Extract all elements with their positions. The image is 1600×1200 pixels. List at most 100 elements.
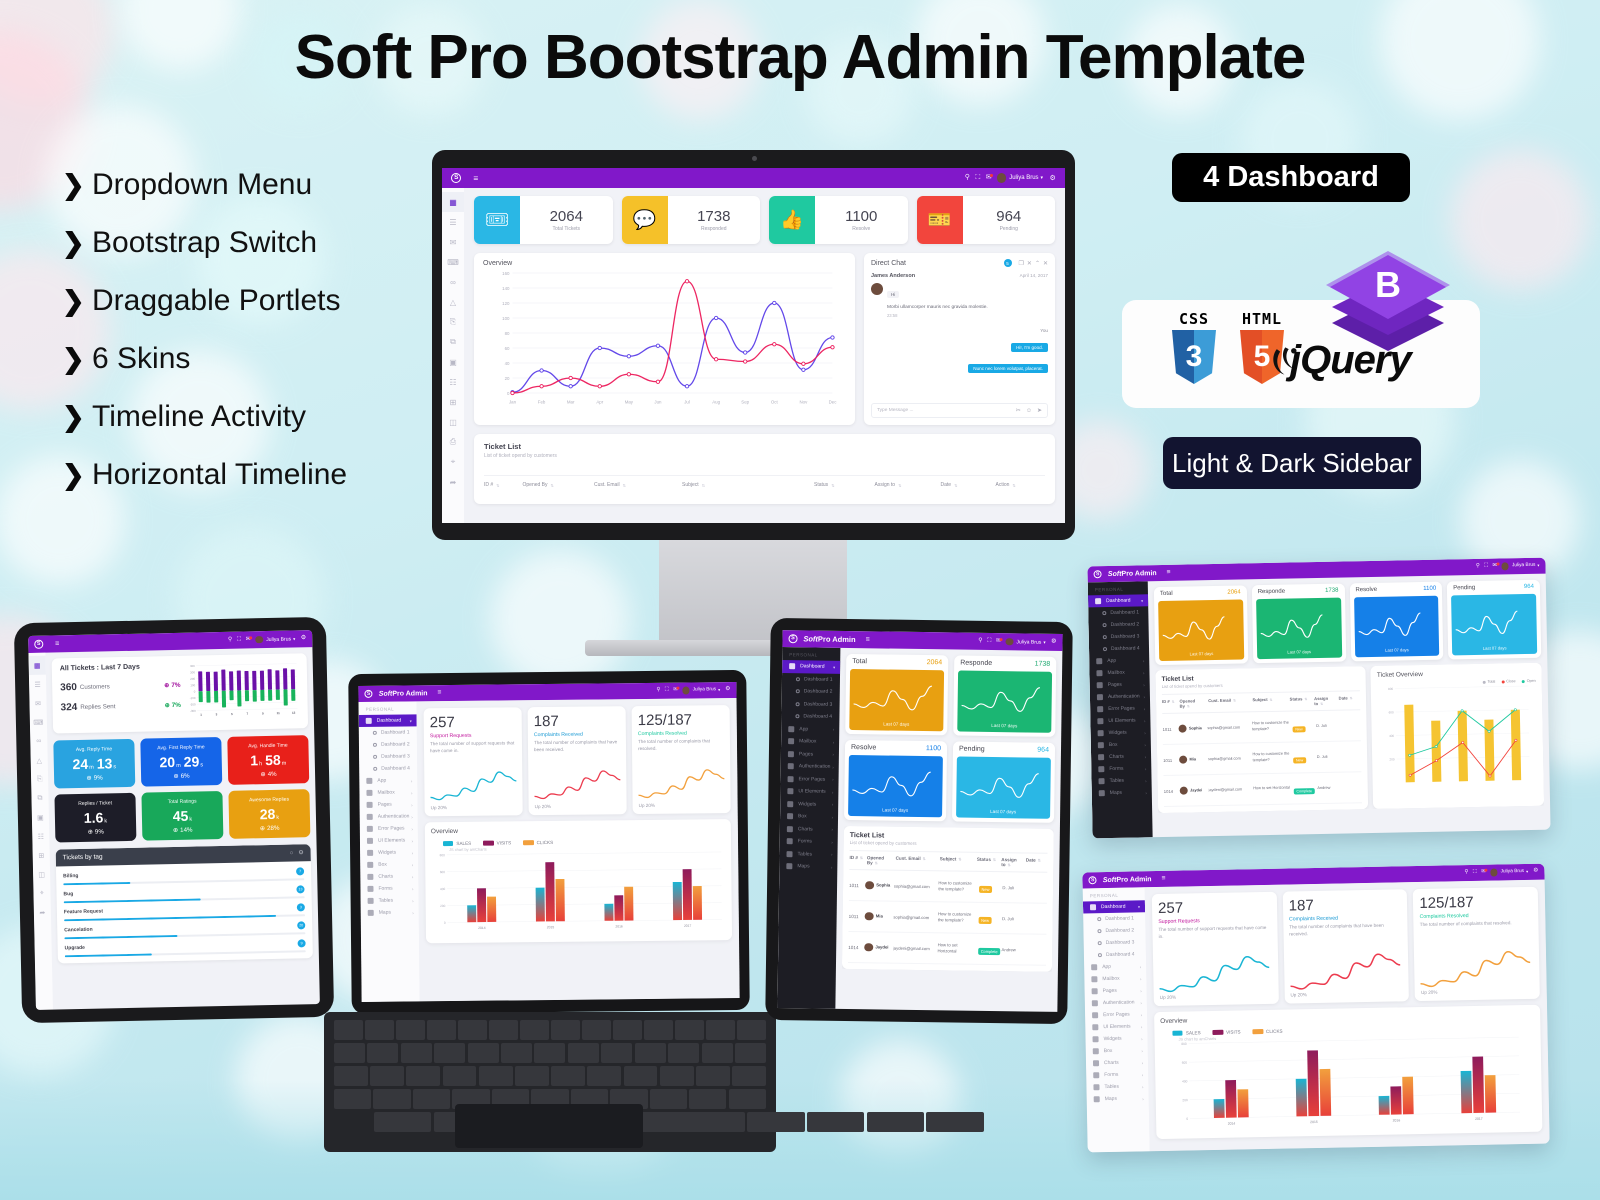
rail-icon-12[interactable]: ⎙ xyxy=(442,432,464,452)
search-icon[interactable]: ⚲ xyxy=(978,637,982,644)
chevron-right-icon[interactable]: › xyxy=(412,838,413,843)
sidebar-item-maps[interactable]: Maps › xyxy=(361,906,419,919)
contacts-icon[interactable]: ❐ xyxy=(1019,260,1024,267)
sort-icon[interactable]: ⇅ xyxy=(875,861,878,865)
sort-icon[interactable]: ⇅ xyxy=(1187,704,1190,708)
attach-icon[interactable]: ✂ xyxy=(1016,407,1021,414)
chevron-right-icon[interactable]: › xyxy=(1144,706,1145,711)
sidebar-item-charts[interactable]: Charts › xyxy=(360,870,418,883)
center-tablet-screen[interactable]: S SoftPro Admin ≡ ⚲ ⛶ ✉ Juliya Brus ▾ ⚙ PERSONAL D… xyxy=(358,682,740,1002)
send-icon[interactable]: ➤ xyxy=(1037,407,1042,414)
rail-icon-9[interactable]: ☷ xyxy=(442,372,464,392)
key[interactable] xyxy=(370,1066,404,1086)
chevron-right-icon[interactable]: › xyxy=(412,874,413,879)
key[interactable] xyxy=(728,1089,766,1109)
light-sidebar-dashboard[interactable]: S SoftPro Admin ≡ ⚲ ⛶ ✉ Juliya Brus ▾ ⚙ PERSONAL D… xyxy=(1082,863,1550,1153)
key[interactable] xyxy=(551,1020,580,1040)
sort-icon[interactable]: ⇅ xyxy=(860,856,863,860)
hamburger-icon[interactable]: ≡ xyxy=(1167,568,1171,576)
sort-icon[interactable]: ⇅ xyxy=(954,483,957,488)
key[interactable] xyxy=(396,1020,425,1040)
hamburger-icon[interactable]: ≡ xyxy=(866,635,870,643)
rail-icon-3[interactable]: ⌨ xyxy=(30,713,47,732)
rail-icon-0[interactable]: ▦ xyxy=(28,655,46,676)
hamburger-icon[interactable]: ≡ xyxy=(437,689,441,697)
rail-icon-6[interactable]: ⎘ xyxy=(442,312,464,332)
sidebar-item-app[interactable]: App › xyxy=(359,774,417,787)
chevron-right-icon[interactable]: › xyxy=(411,802,412,807)
rail-icon-2[interactable]: ✉ xyxy=(29,694,46,713)
key[interactable] xyxy=(747,1112,805,1132)
trackpad[interactable] xyxy=(455,1104,643,1148)
mail-icon[interactable]: ✉ xyxy=(986,173,994,182)
rail-icon-2[interactable]: ✉ xyxy=(442,232,464,252)
rail-icon-12[interactable]: ⌖ xyxy=(33,884,50,903)
chevron-right-icon[interactable]: › xyxy=(1143,658,1144,663)
sort-icon[interactable]: ⇅ xyxy=(1320,702,1323,706)
chevron-down-icon[interactable]: ▾ xyxy=(410,718,412,723)
sort-icon[interactable]: ⇅ xyxy=(1233,699,1236,703)
rail-icon-1[interactable]: ☰ xyxy=(442,212,464,232)
key[interactable] xyxy=(478,1066,513,1086)
mail-icon[interactable]: ✉ xyxy=(1492,562,1500,570)
key[interactable] xyxy=(734,1043,766,1063)
collapse-icon[interactable]: ⌃ xyxy=(1035,260,1040,267)
mail-icon[interactable]: ✉ xyxy=(1481,868,1488,876)
gear-icon[interactable]: ⚙ xyxy=(725,686,730,693)
key[interactable] xyxy=(701,1043,733,1063)
user-menu[interactable]: Juliya Brus ▾ xyxy=(1005,637,1046,646)
key[interactable] xyxy=(806,1112,865,1132)
sort-icon[interactable]: ⇅ xyxy=(923,857,926,861)
chevron-right-icon[interactable]: › xyxy=(833,740,834,745)
search-icon[interactable]: ⚲ xyxy=(965,174,970,182)
key[interactable] xyxy=(334,1066,368,1086)
key[interactable] xyxy=(534,1043,566,1063)
right-tablet-screen[interactable]: S SoftPro Admin ≡ ⚲ ⛶ ✉ Juliya Brus ▾ ⚙ PERSONAL D… xyxy=(777,630,1063,1012)
chevron-right-icon[interactable]: › xyxy=(412,862,413,867)
key[interactable] xyxy=(334,1089,372,1109)
rail-icon-10[interactable]: ⊞ xyxy=(442,392,464,412)
sidebar-item-authentication[interactable]: Authentication › xyxy=(781,760,839,773)
chevron-right-icon[interactable]: › xyxy=(411,826,412,831)
sort-icon[interactable]: ⇅ xyxy=(1304,697,1307,701)
chevron-right-icon[interactable]: › xyxy=(833,752,834,757)
chevron-right-icon[interactable]: › xyxy=(412,886,413,891)
chevron-right-icon[interactable]: › xyxy=(1145,790,1146,795)
chevron-right-icon[interactable]: › xyxy=(1145,778,1146,783)
sidebar-item-dashboard-3[interactable]: Dashboard 3 xyxy=(782,698,840,711)
key[interactable] xyxy=(412,1089,451,1109)
chevron-down-icon[interactable]: ▾ xyxy=(1138,904,1140,909)
sort-icon[interactable]: ⇅ xyxy=(1270,698,1273,702)
key[interactable] xyxy=(501,1043,533,1063)
fullscreen-icon[interactable]: ⛶ xyxy=(665,687,669,693)
key[interactable] xyxy=(515,1066,549,1086)
key[interactable] xyxy=(467,1043,499,1063)
sidebar-item-dashboard-4[interactable]: Dashboard 4 xyxy=(359,762,417,775)
search-icon[interactable]: ⚲ xyxy=(1464,869,1468,876)
key[interactable] xyxy=(400,1043,432,1063)
key[interactable] xyxy=(373,1089,411,1109)
emoji-icon[interactable]: ☺ xyxy=(1026,408,1032,414)
sort-icon[interactable]: ⇅ xyxy=(496,483,499,488)
sidebar-item-authentication[interactable]: Authentication › xyxy=(360,810,418,823)
chat-input[interactable]: Type Message ... xyxy=(877,408,1011,413)
chevron-down-icon[interactable]: ▾ xyxy=(833,665,835,670)
key[interactable] xyxy=(334,1043,365,1063)
sidebar-item-mailbox[interactable]: Mailbox › xyxy=(359,786,417,799)
sort-icon[interactable]: ⇅ xyxy=(898,483,901,488)
chevron-right-icon[interactable]: › xyxy=(411,814,412,819)
left-tablet-screen[interactable]: S ≡ ⚲ ⛶ ✉ Juliya Brus ▾ ⚙ ▦ ☰ ✉ ⌨ ∞ △ ⎘ ⧉ ▣ ☷ ⊞ ◫ ⌖ ➦ All Tick… xyxy=(28,630,320,1010)
sidebar-item-maps[interactable]: Maps › xyxy=(1092,786,1152,799)
sidebar-item-maps[interactable]: Maps › xyxy=(1087,1092,1149,1105)
sidebar-item-error-pages[interactable]: Error Pages › xyxy=(780,773,838,786)
sidebar-item-dashboard-4[interactable]: Dashboard 4 xyxy=(781,710,839,723)
fullscreen-icon[interactable]: ⛶ xyxy=(975,174,980,182)
chevron-right-icon[interactable]: › xyxy=(1140,976,1141,981)
mail-icon[interactable]: ✉ xyxy=(246,635,253,643)
chevron-right-icon[interactable]: › xyxy=(412,898,413,903)
chevron-down-icon[interactable]: ▾ xyxy=(1526,869,1528,874)
chevron-right-icon[interactable]: › xyxy=(1141,1048,1142,1053)
sidebar-item-maps[interactable]: Maps › xyxy=(779,860,837,873)
key[interactable] xyxy=(926,1112,984,1132)
key[interactable] xyxy=(737,1020,766,1040)
